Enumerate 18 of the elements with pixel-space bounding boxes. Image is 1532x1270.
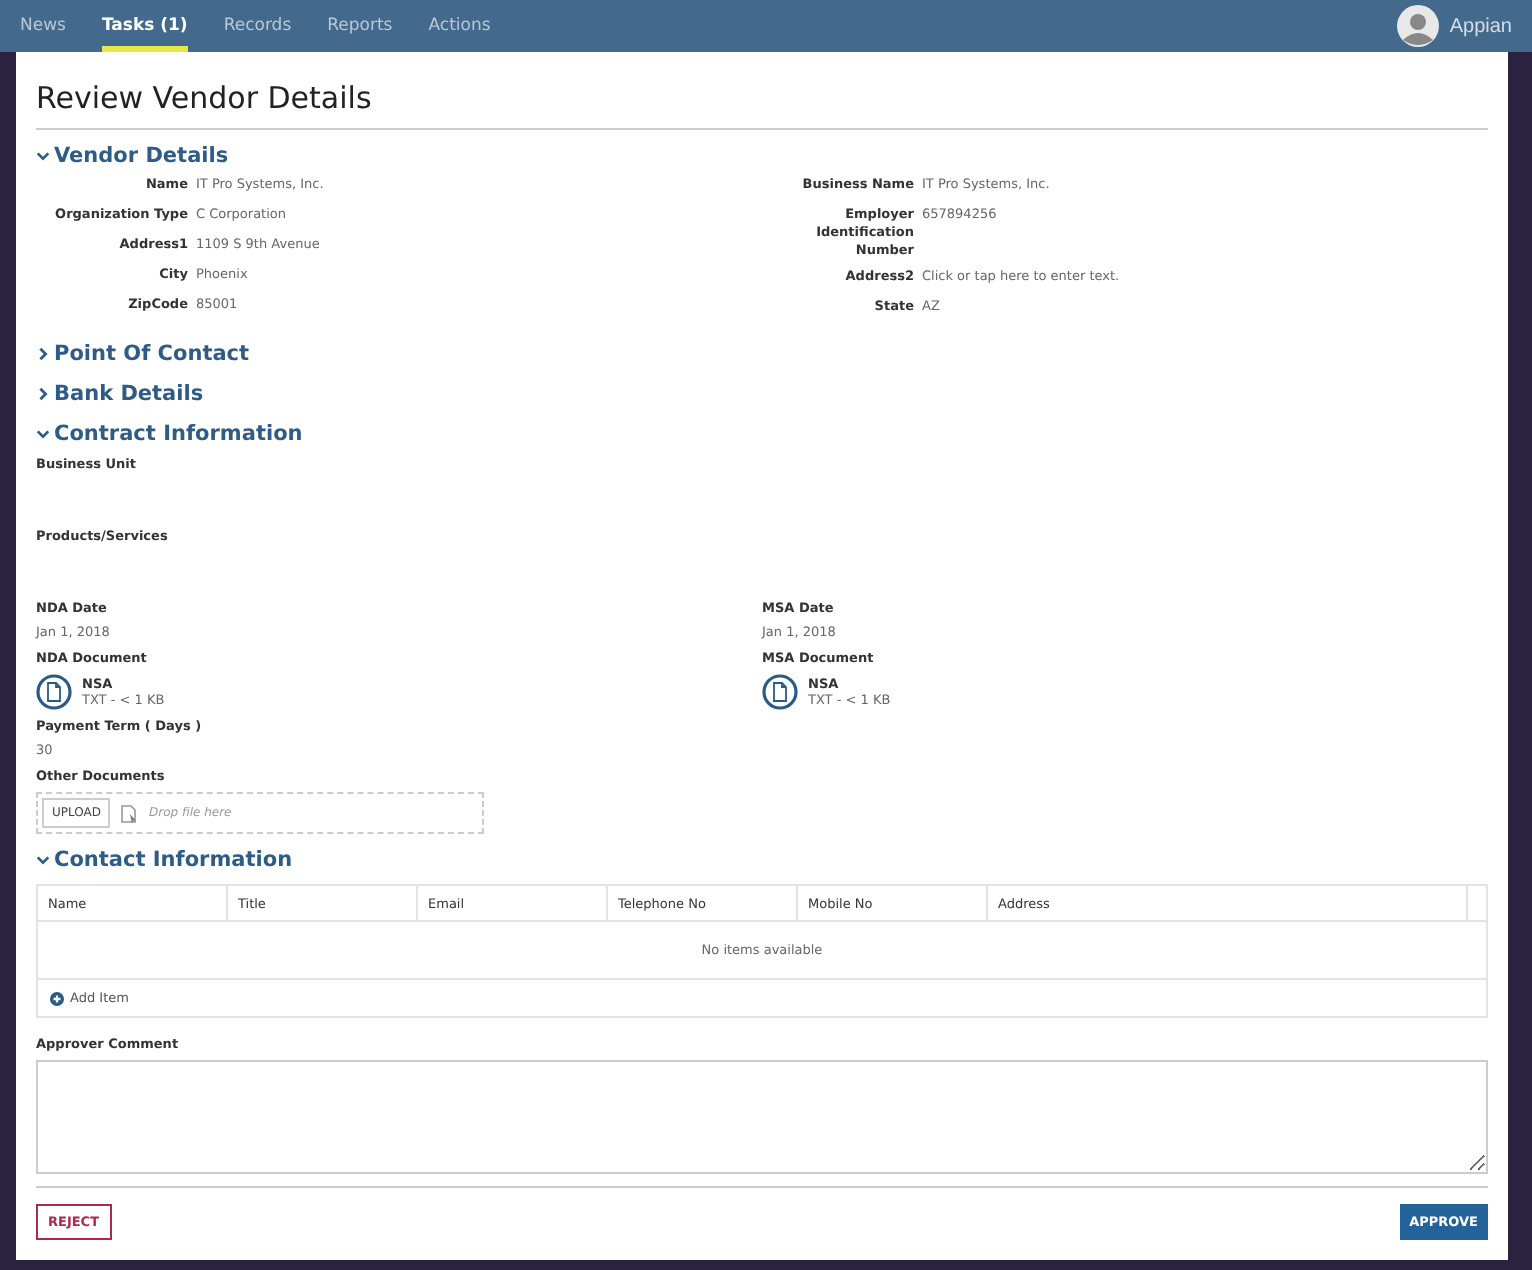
user-name[interactable]: Appian — [1449, 15, 1512, 37]
chevron-icon[interactable] — [36, 851, 50, 867]
document-icon[interactable] — [36, 674, 72, 710]
file-icon — [120, 803, 139, 823]
document-icon[interactable] — [762, 674, 798, 710]
section-header[interactable]: Bank Details — [54, 381, 204, 405]
page-title: Review Vendor Details — [36, 80, 1488, 130]
section-header[interactable]: Vendor Details — [54, 143, 229, 167]
chevron-icon[interactable] — [36, 147, 50, 163]
chevron-icon[interactable] — [36, 385, 50, 401]
chevron-icon[interactable] — [36, 425, 50, 441]
avatar-icon[interactable] — [1395, 4, 1440, 48]
plus-icon — [50, 991, 64, 1005]
section-header[interactable]: Contact Information — [54, 847, 293, 871]
section-header[interactable]: Contract Information — [54, 421, 303, 445]
section-header[interactable]: Point Of Contact — [54, 341, 250, 365]
chevron-icon[interactable] — [36, 345, 50, 361]
comment-field[interactable] — [36, 1060, 1488, 1174]
